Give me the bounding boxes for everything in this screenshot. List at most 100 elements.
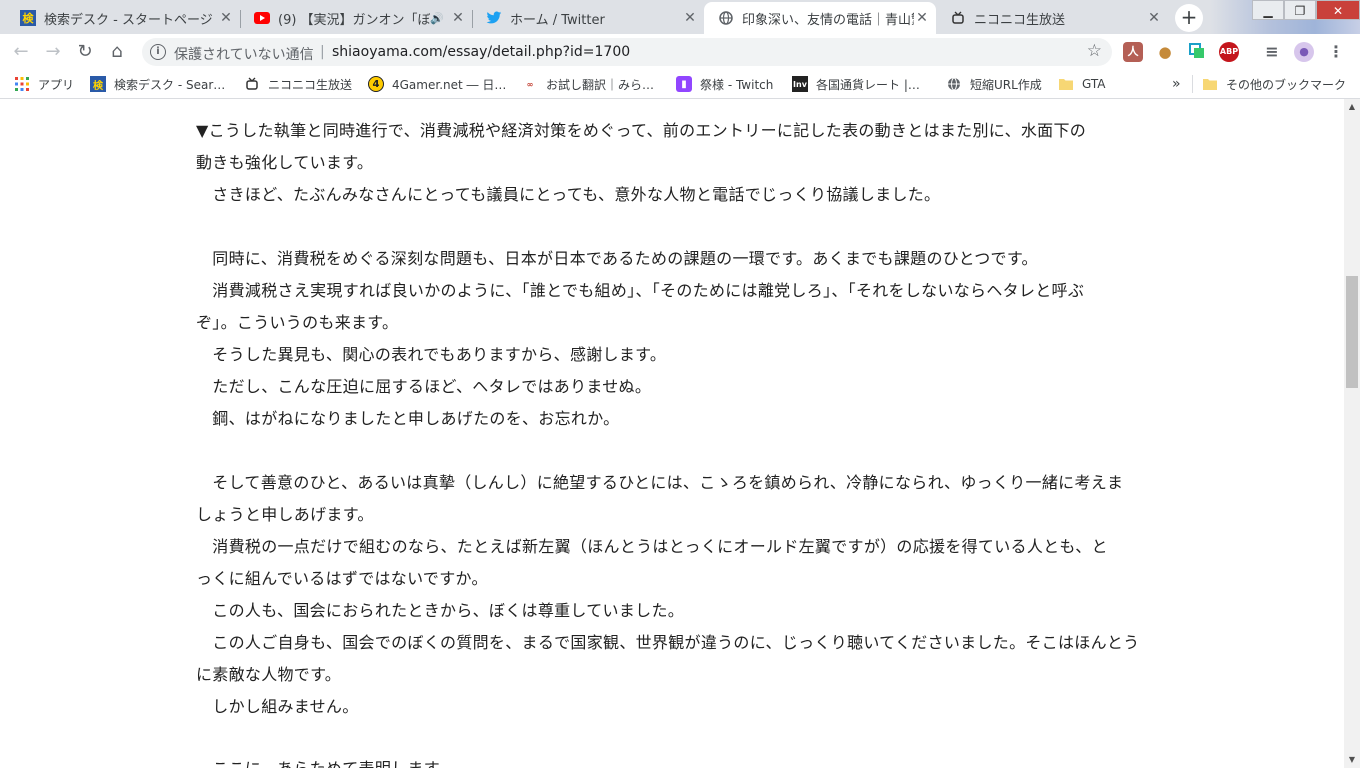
bookmark-apps[interactable]: アプリ (14, 75, 74, 93)
address-separator: | (320, 44, 325, 60)
bookmark-4gamer[interactable]: 4 4Gamer.net ― 日… (368, 75, 506, 93)
kensaku-icon: 検 (90, 76, 106, 92)
article-line: 消費税の一点だけで組むのなら、たとえば新左翼（ほんとうはとっくにオールド左翼です… (196, 537, 1108, 556)
reload-button[interactable]: ↻ (74, 41, 96, 63)
folder-icon (1058, 76, 1074, 92)
apps-grid-icon (14, 76, 30, 92)
bookmark-twitch[interactable]: ▮ 祭様 - Twitch (676, 75, 773, 93)
close-icon[interactable]: ✕ (914, 10, 930, 26)
globe-icon (946, 76, 962, 92)
adblock-icon[interactable]: ABP (1219, 42, 1239, 62)
close-icon[interactable]: ✕ (218, 10, 234, 26)
article-line: 動きも強化しています。 (196, 153, 374, 172)
other-bookmarks[interactable]: その他のブックマーク (1202, 75, 1346, 93)
investing-icon: Inv (792, 76, 808, 92)
article-line: 鋼、はがねになりましたと申しあげたのを、お忘れか。 (196, 409, 620, 428)
4gamer-icon: 4 (368, 76, 384, 92)
close-window-button[interactable]: ✕ (1316, 0, 1360, 20)
forward-button[interactable]: → (42, 41, 64, 63)
youtube-icon (254, 10, 270, 26)
scroll-down-arrow-icon[interactable]: ▼ (1344, 752, 1360, 768)
tab-title: ニコニコ生放送 (974, 12, 1066, 28)
tab-title: 検索デスク - スタートページ (44, 12, 213, 28)
article-line: ここに、あらためて表明します。 (196, 755, 455, 768)
back-button[interactable]: ← (10, 41, 32, 63)
article-line: この人ご自身も、国会でのぼくの質問を、まるで国家観、世界観が違うのに、じっくり聴… (196, 633, 1140, 652)
article-line: しょうと申しあげます。 (196, 505, 374, 524)
vertical-scrollbar[interactable]: ▲ ▼ (1344, 99, 1360, 768)
url-text[interactable]: shiaoyama.com/essay/detail.php?id=1700 (332, 44, 630, 60)
speaker-icon[interactable]: 🔊 (430, 12, 444, 25)
twitch-icon: ▮ (676, 76, 692, 92)
globe-icon (718, 10, 734, 26)
bookmark-label: 短縮URL作成 (970, 77, 1042, 92)
bookmark-gta-folder[interactable]: GTA (1058, 75, 1105, 93)
article-line: 消費減税さえ実現すれば良いかのように、「誰とでも組め」、「そのためには離党しろ」… (196, 281, 1085, 300)
home-button[interactable]: ⌂ (106, 41, 128, 63)
info-icon[interactable]: i (150, 44, 166, 60)
security-status[interactable]: 保護されていない通信 (174, 44, 314, 64)
article-line: そうした異見も、関心の表れでもありますから、感謝します。 (196, 345, 667, 364)
minimize-button[interactable]: ▁ (1252, 0, 1284, 20)
bookmark-niconico[interactable]: ニコニコ生放送 (244, 75, 352, 93)
scroll-up-arrow-icon[interactable]: ▲ (1344, 99, 1360, 115)
niconico-icon (950, 10, 966, 26)
bookmarks-bar: アプリ 検 検索デスク - Sear… ニコニコ生放送 4 4Gamer.net… (0, 70, 1360, 99)
bookmark-kensaku[interactable]: 検 検索デスク - Sear… (90, 75, 225, 93)
menu-dots-icon[interactable]: ⋮ (1326, 42, 1346, 62)
niconico-icon (244, 76, 260, 92)
avatar[interactable]: ● (1294, 42, 1314, 62)
tab-title: (9) 【実況】ガンオン「ぼ (278, 12, 431, 28)
tab-aoyama-essay[interactable]: 印象深い、友情の電話｜青山繁 ✕ (704, 2, 936, 34)
article-line: この人も、国会におられたときから、ぼくは尊重していました。 (196, 601, 685, 620)
translate-icon: ∞ (526, 79, 534, 89)
close-icon[interactable]: ✕ (1146, 10, 1162, 26)
article-line: 同時に、消費税をめぐる深刻な問題も、日本が日本であるための課題の一環です。あくま… (196, 249, 1038, 268)
bookmark-label: お試し翻訳｜みら… (546, 77, 655, 92)
tab-title: 印象深い、友情の電話｜青山繁 (742, 12, 914, 28)
folder-icon (1202, 76, 1218, 92)
copy-extension-icon[interactable] (1187, 42, 1207, 62)
article-line: ただし、こんな圧迫に屈するほど、ヘタレではありませぬ。 (196, 377, 652, 396)
tab-niconico[interactable]: ニコニコ生放送 ✕ (936, 2, 1168, 34)
bookmark-label: ニコニコ生放送 (268, 77, 353, 92)
cookie-extension-icon[interactable]: ● (1155, 42, 1175, 62)
bookmarks-divider (1192, 75, 1193, 93)
bookmark-label: 各国通貨レート |… (816, 77, 920, 92)
twitter-icon (486, 10, 502, 26)
tab-title: ホーム / Twitter (510, 12, 605, 28)
article-line: っくに組んでいるはずではないですか。 (196, 569, 488, 588)
tab-youtube[interactable]: (9) 【実況】ガンオン「ぼ 🔊 ✕ (240, 2, 472, 34)
article-line: ぞ」。こういうのも来ます。 (196, 313, 399, 332)
bookmark-currency[interactable]: Inv 各国通貨レート |… (792, 75, 920, 93)
pdf-extension-icon[interactable]: 人 (1123, 42, 1143, 62)
bookmark-label: 祭様 - Twitch (700, 77, 774, 92)
tab-twitter[interactable]: ホーム / Twitter ✕ (472, 2, 704, 34)
close-icon[interactable]: ✕ (450, 10, 466, 26)
bookmark-label: アプリ (38, 77, 75, 92)
article-line: に素敵な人物です。 (196, 665, 342, 684)
scrollbar-thumb[interactable] (1346, 276, 1358, 388)
article-line: ▼こうした執筆と同時進行で、消費減税や経済対策をめぐって、前のエントリーに記した… (196, 121, 1087, 140)
bookmark-translate[interactable]: ∞ お試し翻訳｜みら… (522, 75, 654, 93)
new-tab-button[interactable]: + (1175, 4, 1203, 32)
bookmark-star-icon[interactable]: ☆ (1087, 41, 1102, 61)
other-bookmarks-label: その他のブックマーク (1226, 77, 1347, 92)
address-bar[interactable]: i 保護されていない通信 | shiaoyama.com/essay/detai… (142, 38, 1112, 66)
article-line: しかし組みません。 (196, 697, 359, 716)
article-line: そして善意のひと、あるいは真摯（しんし）に絶望するひとには、こゝろを鎮められ、冷… (196, 473, 1124, 492)
kensaku-icon: 検 (20, 10, 36, 26)
tab-kensaku[interactable]: 検 検索デスク - スタートページ ✕ (0, 2, 240, 34)
bookmarks-overflow-button[interactable]: » (1172, 75, 1181, 93)
article-line: さきほど、たぶんみなさんにとっても議員にとっても、意外な人物と電話でじっくり協議… (196, 185, 941, 204)
article-content: ▼こうした執筆と同時進行で、消費減税や経済対策をめぐって、前のエントリーに記した… (0, 99, 1344, 768)
window-controls: ▁ ❐ ✕ (1252, 0, 1360, 20)
close-icon[interactable]: ✕ (682, 10, 698, 26)
bookmark-label: GTA (1082, 77, 1106, 91)
bookmark-short-url[interactable]: 短縮URL作成 (946, 75, 1042, 93)
media-playlist-icon[interactable]: ≡ (1262, 42, 1282, 62)
tab-strip: 検 検索デスク - スタートページ ✕ (9) 【実況】ガンオン「ぼ 🔊 ✕ ホ… (0, 0, 1360, 34)
bookmark-label: 検索デスク - Sear… (114, 77, 226, 92)
bookmark-label: 4Gamer.net ― 日… (392, 77, 507, 92)
restore-button[interactable]: ❐ (1284, 0, 1316, 20)
